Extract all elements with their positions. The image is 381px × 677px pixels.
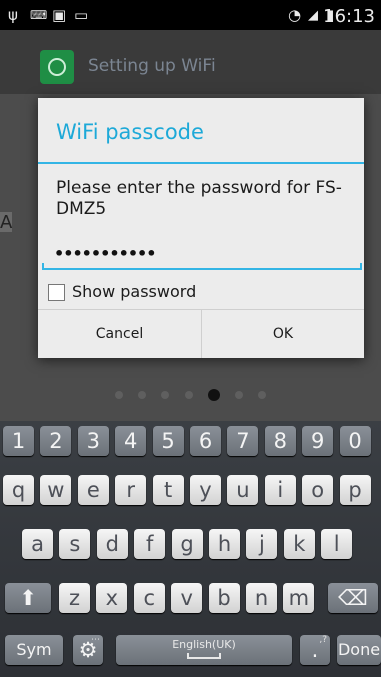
dialog-title: WiFi passcode [56,120,204,144]
page-dot [161,390,170,399]
key-r[interactable]: r [115,475,147,505]
key-b[interactable]: b [208,583,240,613]
usb-icon: ψ [8,6,18,24]
key-2[interactable]: 2 [40,426,72,456]
key-0[interactable]: 0 [339,426,371,456]
key-6[interactable]: 6 [190,426,221,456]
sym-key[interactable]: Sym [5,635,63,665]
key-p[interactable]: p [339,475,371,505]
page-dot [115,390,124,399]
key-5[interactable]: 5 [152,426,184,456]
key-o[interactable]: o [302,475,334,505]
key-e[interactable]: e [77,475,109,505]
password-input-underline [42,263,362,270]
key-m[interactable]: m [283,583,315,613]
settings-key-hint: ⋯ [91,635,100,645]
screenshot-icon: ▣ [52,6,67,24]
period-key[interactable]: .,? [300,635,330,665]
key-u[interactable]: u [227,475,259,505]
app-title: Setting up WiFi [88,56,216,76]
soft-keyboard: 1 2 3 4 5 6 7 8 9 0 q w e r t y u i o p a s d f g h j k l ⬆ z x c v b n m ⌫ Sy… [0,421,381,677]
key-c[interactable]: c [133,583,165,613]
dialog-button-bar: Cancel OK [38,309,364,358]
page-dot-active [207,388,220,401]
key-w[interactable]: w [40,475,72,505]
key-3[interactable]: 3 [77,426,109,456]
key-8[interactable]: 8 [264,426,296,456]
space-key[interactable]: English(UK) [116,635,292,665]
status-time: 16:13 [323,6,375,27]
password-input[interactable]: ••••••••••• [42,238,362,272]
period-key-hint: ,? [319,635,327,645]
key-i[interactable]: i [264,475,296,505]
key-n[interactable]: n [246,583,277,613]
key-y[interactable]: y [190,475,221,505]
background-label-fragment: A [0,212,13,233]
key-d[interactable]: d [96,529,128,559]
key-9[interactable]: 9 [302,426,334,456]
image-icon: ▭ [74,6,89,24]
wifi-icon: ◔ [288,6,302,24]
key-s[interactable]: s [59,529,91,559]
wifi-passcode-dialog: WiFi passcode Please enter the password … [38,98,364,358]
key-f[interactable]: f [134,529,166,559]
key-q[interactable]: q [3,475,34,505]
app-logo-icon [40,50,74,84]
shift-key[interactable]: ⬆ [5,583,51,613]
page-dot [184,390,193,399]
page-indicator [0,384,381,403]
page-dot [257,390,266,399]
key-a[interactable]: a [22,529,53,559]
key-7[interactable]: 7 [227,426,259,456]
page-dot [138,390,147,399]
dialog-message: Please enter the password for FS-DMZ5 [56,178,342,219]
password-value: ••••••••••• [54,244,156,263]
backspace-key[interactable]: ⌫ [328,583,378,613]
key-h[interactable]: h [209,529,240,559]
show-password-label: Show password [72,282,197,301]
app-bar: Setting up WiFi [0,30,381,94]
page-dot [234,390,243,399]
signal-icon: ◢ [308,8,318,23]
key-l[interactable]: l [321,529,353,559]
key-t[interactable]: t [152,475,184,505]
key-4[interactable]: 4 [115,426,147,456]
key-1[interactable]: 1 [3,426,34,456]
key-z[interactable]: z [59,583,90,613]
settings-key[interactable]: ⚙ ⋯ [73,635,103,665]
ok-button[interactable]: OK [202,310,364,358]
key-k[interactable]: k [283,529,315,559]
done-key[interactable]: Done [337,635,381,665]
status-bar: ψ ⌨ ▣ ▭ ◔ ◢ ▮ 16:13 [0,0,381,30]
dialog-title-divider [38,162,364,164]
key-g[interactable]: g [171,529,203,559]
cancel-button[interactable]: Cancel [38,310,201,358]
key-j[interactable]: j [246,529,278,559]
keyboard-icon: ⌨ [30,8,48,22]
key-x[interactable]: x [96,583,128,613]
space-bar-icon [187,653,221,659]
key-v[interactable]: v [171,583,203,613]
checkbox-box[interactable] [48,284,65,301]
